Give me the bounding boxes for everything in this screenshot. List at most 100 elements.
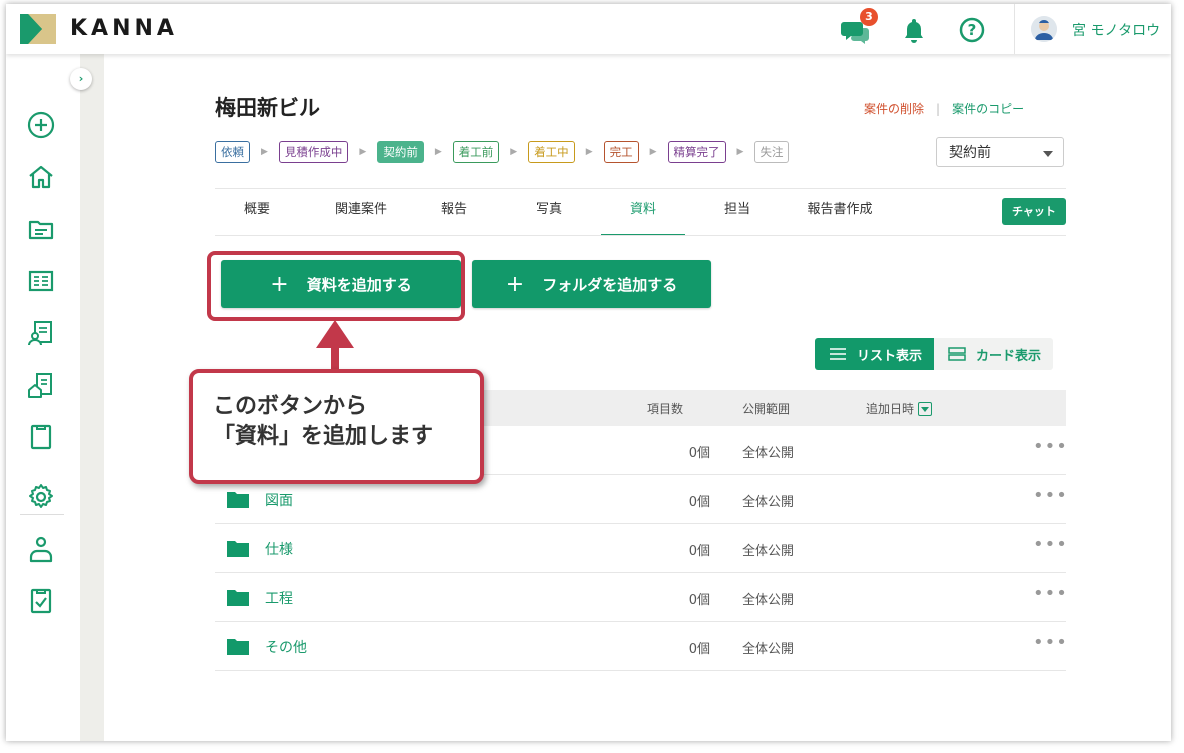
copy-project-link[interactable]: 案件のコピー [952,102,1024,116]
visibility-scope: 全体公開 [742,495,795,510]
status-arrow-icon: ▶ [261,147,268,157]
folder-icon [227,541,249,557]
folder-name[interactable]: その他 [265,637,307,657]
visibility-scope: 全体公開 [742,544,795,559]
tab-related-projects[interactable]: 関連案件 [320,198,402,234]
status-flow: 依頼 ▶ 見積作成中 ▶ 契約前 ▶ 着工前 ▶ 着工中 ▶ 完工 ▶ 精算完了… [215,140,790,164]
status-chip[interactable]: 精算完了 [667,141,726,163]
more-options-icon[interactable]: ••• [1033,632,1068,653]
status-select[interactable]: 契約前 [936,137,1064,167]
folder-name[interactable]: 仕様 [265,539,293,559]
add-circle-icon[interactable] [26,110,56,140]
status-chip[interactable]: 着工中 [528,141,575,163]
tabs-divider-bottom [215,235,1066,236]
help-icon[interactable]: ? [956,14,988,46]
column-date-added[interactable]: 追加日時 [866,400,933,417]
add-folder-button[interactable]: + フォルダを追加する [472,260,711,308]
app-window: KANNA 3 ? 宮 モノタロウ › 梅田新ビル 案件の削除 | 案件のコピー… [6,4,1171,741]
callout-line-2: 「資料」を追加します [213,424,434,449]
bell-icon[interactable] [898,14,930,46]
header-divider [1014,4,1015,54]
item-count: 0個 [688,593,710,608]
user-name[interactable]: 宮 モノタロウ [1072,20,1160,40]
list-view-label: リスト表示 [857,348,923,364]
list-icon [830,348,846,360]
list-view-button[interactable]: リスト表示 [815,338,935,370]
status-arrow-icon: ▶ [585,147,593,157]
tab-reports[interactable]: 報告 [430,198,478,234]
status-chip-active[interactable]: 契約前 [377,141,424,163]
tab-documents[interactable]: 資料 [601,198,685,236]
status-arrow-icon: ▶ [649,147,657,157]
status-chip[interactable]: 失注 [754,141,790,163]
user-avatar-icon [1031,16,1057,42]
status-arrow-icon: ▶ [434,147,442,157]
tab-overview[interactable]: 概要 [230,198,284,234]
column-date-added-label: 追加日時 [866,402,915,416]
card-view-button[interactable]: カード表示 [934,338,1054,370]
sidebar-divider [20,514,64,515]
kanna-logo-icon[interactable] [20,14,56,44]
folder-icon [227,492,249,508]
folder-name[interactable]: 図面 [265,490,293,510]
visibility-scope: 全体公開 [742,593,795,608]
more-options-icon[interactable]: ••• [1033,583,1068,604]
chevron-down-icon [1043,151,1053,157]
add-folder-label: フォルダを追加する [542,275,678,294]
tab-photos[interactable]: 写真 [524,198,574,234]
status-arrow-icon: ▶ [510,147,518,157]
item-count: 0個 [688,544,710,559]
tabs-divider-top [215,188,1066,189]
card-icon [948,347,966,361]
folder-icon [227,639,249,655]
highlight-frame [207,251,465,321]
top-header: KANNA 3 ? 宮 モノタロウ [6,4,1171,54]
more-options-icon[interactable]: ••• [1033,436,1068,457]
avatar[interactable] [1031,16,1057,42]
svg-text:?: ? [968,21,977,39]
property-icon[interactable] [26,370,56,400]
clipboard-icon[interactable] [26,422,56,452]
customer-icon[interactable] [26,318,56,348]
sidebar-expand-chevron-icon[interactable]: › [70,68,92,90]
home-icon[interactable] [26,162,56,192]
instruction-callout: このボタンから 「資料」を追加します [189,369,484,484]
tab-assignees[interactable]: 担当 [712,198,762,234]
folder-name[interactable]: 工程 [265,588,293,608]
sidebar-gutter [80,54,104,741]
chat-button[interactable]: チャット [1002,198,1066,225]
callout-line-1: このボタンから [213,394,368,419]
item-count: 0個 [688,495,710,510]
visibility-scope: 全体公開 [742,446,795,461]
status-arrow-icon: ▶ [359,147,367,157]
folder-icon[interactable] [26,214,56,244]
status-arrow-icon: ▶ [736,147,744,157]
sort-down-icon[interactable] [918,401,933,416]
more-options-icon[interactable]: ••• [1033,534,1068,555]
link-separator: | [936,102,941,116]
delete-project-link[interactable]: 案件の削除 [864,102,924,116]
table-row[interactable]: 仕様 0個 全体公開 ••• [215,524,1068,573]
column-scope[interactable]: 公開範囲 [742,400,790,417]
status-chip[interactable]: 完工 [603,141,639,163]
notification-count-badge: 3 [860,8,878,26]
column-count[interactable]: 項目数 [647,400,683,417]
table-row[interactable]: その他 0個 全体公開 ••• [215,622,1068,671]
status-chip[interactable]: 依頼 [215,141,250,163]
view-toggle: リスト表示 カード表示 [815,338,1054,370]
item-count: 0個 [688,446,710,461]
document-list-icon[interactable] [26,266,56,296]
user-icon[interactable] [26,534,56,564]
task-checklist-icon[interactable] [26,586,56,616]
table-row[interactable]: 工程 0個 全体公開 ••• [215,573,1068,622]
card-view-label: カード表示 [976,348,1042,364]
page-title: 梅田新ビル [215,96,320,120]
status-chip[interactable]: 見積作成中 [278,141,349,163]
gear-icon[interactable] [26,482,56,512]
status-chip[interactable]: 着工前 [452,141,500,163]
sidebar [6,54,80,741]
plus-icon: + [505,271,525,297]
tab-report-creation[interactable]: 報告書作成 [796,198,884,234]
logo-text: KANNA [70,16,178,41]
more-options-icon[interactable]: ••• [1033,485,1068,506]
